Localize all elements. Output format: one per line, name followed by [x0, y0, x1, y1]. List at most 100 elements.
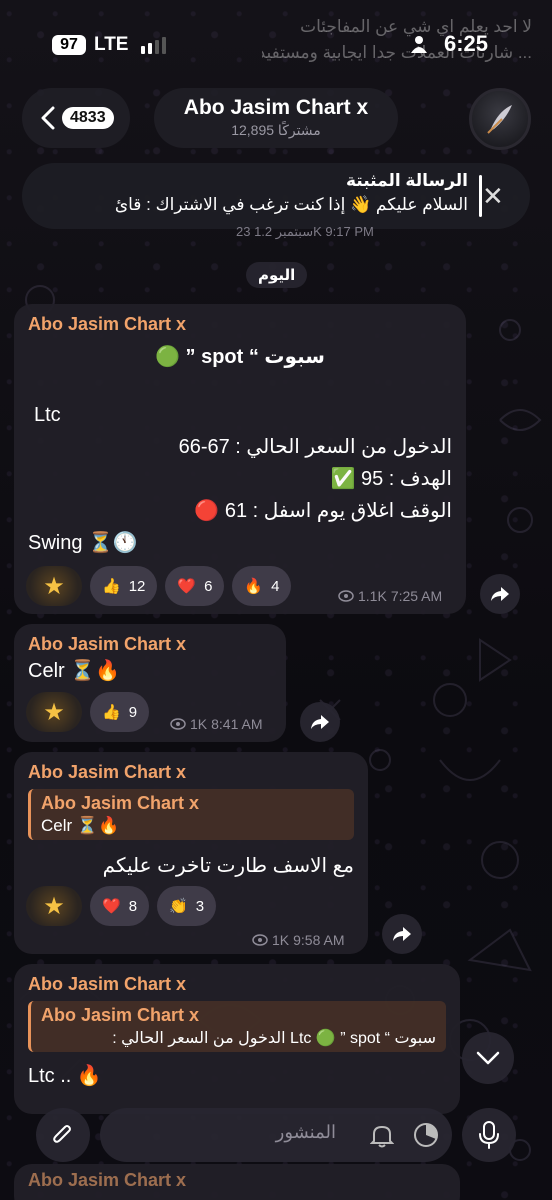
channel-info-button[interactable]: Abo Jasim Chart x 12,895 مشتركًا: [154, 88, 398, 148]
reaction-emoji: 👍: [102, 577, 121, 595]
star-reaction[interactable]: ★: [26, 566, 82, 606]
reply-text: Celr ⏳🔥: [41, 816, 120, 835]
pinned-text: السلام عليكم 👋 إذا كنت ترغب في الاشتراك …: [114, 195, 468, 214]
reaction-emoji: ❤️: [177, 577, 197, 595]
message-input[interactable]: [116, 1122, 336, 1143]
message-input-container: [100, 1108, 452, 1162]
reaction-chip[interactable]: ❤️ 8: [90, 886, 150, 926]
message-meta: 1K 9:58 AM: [252, 932, 345, 948]
paperclip-icon: [53, 1125, 71, 1143]
message-bubble[interactable]: Abo Jasim Chart x Abo Jasim Chart x سبوت…: [14, 964, 460, 1114]
reaction-count: 4: [271, 577, 280, 595]
message-meta: 1.1K 7:25 AM: [338, 588, 442, 604]
channel-title: Abo Jasim Chart x: [183, 96, 369, 119]
reactions-row: ★ ❤️ 8 👏 3: [26, 886, 217, 926]
reaction-emoji: 👏: [169, 897, 188, 915]
share-icon: [491, 587, 509, 601]
message-bubble[interactable]: Abo Jasim Chart x Celr ⏳🔥 ★ 👍 9 1K 8:41 A…: [14, 624, 286, 742]
date-separator: اليوم: [246, 262, 308, 288]
eye-icon: [338, 590, 354, 602]
subscriber-count: 12,895 مشتركًا: [231, 122, 321, 138]
message-text: مع الاسف طارت تاخرت عليكم: [102, 855, 354, 877]
reaction-count: 8: [128, 897, 138, 915]
status-bar: 97 LTE 6:25: [0, 0, 552, 80]
message-text: Ltc .. 🔥: [28, 1065, 102, 1087]
reaction-emoji: ❤️: [102, 897, 121, 915]
chevron-left-icon: [41, 106, 55, 130]
status-time: 6:25: [443, 31, 488, 56]
message-text: Celr ⏳🔥: [28, 660, 121, 682]
message-line: الدخول من السعر الحالي : 67-66: [178, 436, 452, 458]
view-count: 1.1K: [358, 588, 387, 604]
reaction-chip[interactable]: 🔥 4: [232, 566, 292, 606]
quill-logo-icon: [487, 105, 512, 134]
composer-bar: [0, 1108, 552, 1162]
message-sender: Abo Jasim Chart x: [28, 314, 187, 334]
message-sender: Abo Jasim Chart x: [28, 634, 187, 654]
bell-icon[interactable]: [370, 1122, 394, 1148]
eye-icon: [170, 718, 186, 730]
channel-avatar[interactable]: [469, 88, 531, 150]
person-icon: [411, 36, 427, 53]
microphone-button[interactable]: [462, 1108, 516, 1162]
star-reaction[interactable]: ★: [26, 692, 82, 732]
reaction-chip[interactable]: 👏 3: [157, 886, 217, 926]
unread-count-badge: 4833: [62, 107, 114, 129]
reactions-row: ★ 👍 9: [26, 692, 150, 732]
back-button[interactable]: 4833: [22, 88, 130, 148]
view-count: 1K: [272, 932, 290, 948]
message-sender: Abo Jasim Chart x: [28, 762, 187, 782]
close-icon[interactable]: ✕: [482, 183, 504, 209]
reaction-count: 6: [204, 577, 213, 595]
reply-text: سبوت “ Ltc 🟢 ” spot الدخول من السعر الحا…: [112, 1030, 436, 1047]
battery-indicator: 97: [52, 35, 86, 55]
view-count: 1K: [190, 716, 208, 732]
message-bubble[interactable]: Abo Jasim Chart x Abo Jasim Chart x Celr…: [14, 752, 368, 954]
message-bubble[interactable]: Abo Jasim Chart x سبوت “ spot ” 🟢 Ltc ال…: [14, 304, 466, 614]
reply-quote[interactable]: Abo Jasim Chart x سبوت “ Ltc 🟢 ” spot ال…: [28, 1001, 446, 1052]
message-line: Ltc: [34, 404, 61, 426]
chat-header: 4833 Abo Jasim Chart x 12,895 مشتركًا: [0, 88, 552, 150]
signal-icon: [141, 37, 166, 54]
pinned-message-bar[interactable]: ✕ الرسالة المثبتة السلام عليكم 👋 إذا كنت…: [22, 163, 530, 229]
reaction-chip[interactable]: 👍 9: [90, 692, 150, 732]
share-icon: [393, 927, 411, 941]
reaction-count: 3: [195, 897, 205, 915]
message-meta: 1K 8:41 AM: [170, 716, 263, 732]
message-time: 7:25 AM: [390, 588, 443, 604]
message-time: 9:58 AM: [293, 932, 345, 948]
reaction-emoji: 🔥: [244, 577, 264, 595]
reaction-chip[interactable]: ❤️ 6: [165, 566, 225, 606]
message-line: الهدف : 95 ✅: [330, 468, 453, 490]
message-time: 8:41 AM: [211, 716, 263, 732]
chevron-down-icon: [476, 1051, 500, 1065]
message-sender: Abo Jasim Chart x: [28, 974, 187, 994]
reaction-count: 9: [128, 703, 138, 721]
microphone-icon: [479, 1121, 499, 1149]
pinned-title: الرسالة المثبتة: [345, 171, 468, 190]
share-button[interactable]: [382, 914, 422, 954]
message-line: الوقف اغلاق يوم اسفل : 61 🔴: [194, 500, 452, 522]
attach-button[interactable]: [36, 1108, 90, 1162]
reaction-count: 12: [128, 577, 146, 595]
reaction-chip[interactable]: 👍 12: [90, 566, 158, 606]
share-button[interactable]: [300, 702, 340, 742]
scroll-down-button[interactable]: [462, 1032, 514, 1084]
reaction-emoji: 👍: [102, 703, 121, 721]
message-sender: Abo Jasim Chart x: [28, 1170, 187, 1190]
eye-icon: [252, 934, 268, 946]
message-line: Swing ⏳🕚: [28, 532, 138, 554]
share-icon: [311, 715, 329, 729]
star-reaction[interactable]: ★: [26, 886, 82, 926]
pinned-accent-bar: [479, 175, 482, 217]
share-button[interactable]: [480, 574, 520, 614]
reply-sender: Abo Jasim Chart x: [41, 1005, 200, 1025]
reply-quote[interactable]: Abo Jasim Chart x Celr ⏳🔥: [28, 789, 354, 840]
message-bubble[interactable]: Abo Jasim Chart x: [14, 1164, 460, 1200]
previous-message-meta: 23 سبتمبر 1.2K 9:17 PM: [236, 224, 374, 239]
timer-icon[interactable]: [412, 1121, 440, 1149]
network-type: LTE: [94, 34, 129, 55]
reply-sender: Abo Jasim Chart x: [41, 793, 200, 813]
reactions-row: ★ 👍 12 ❤️ 6 🔥 4: [26, 566, 292, 606]
message-line: سبوت “ spot ” 🟢: [155, 346, 325, 368]
